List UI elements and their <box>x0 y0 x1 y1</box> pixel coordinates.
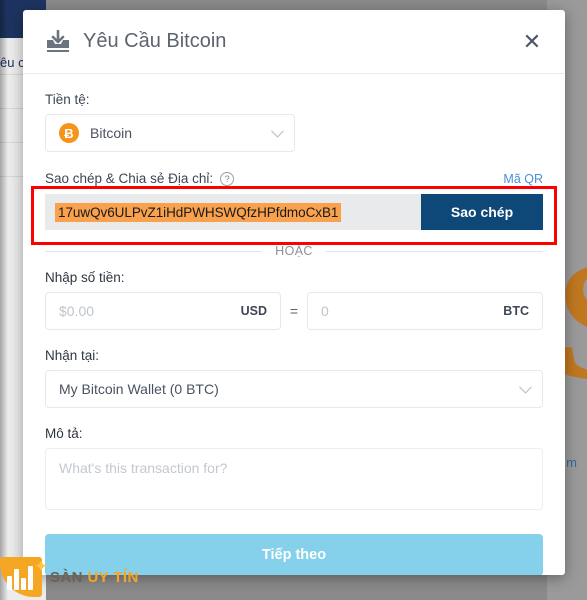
watermark: ✦ SÀN UY TÍN <box>0 554 260 600</box>
close-icon[interactable]: ✕ <box>517 27 547 57</box>
modal-body: Tiền tệ: Ƀ Bitcoin Sao chép & Chia sẻ Đị… <box>23 74 565 575</box>
wallet-selected-value: My Bitcoin Wallet (0 BTC) <box>59 381 219 397</box>
address-field: Sao chép & Chia sẻ Địa chỉ: ? Mã QR 17uw… <box>45 171 543 230</box>
watermark-text-1: SÀN <box>50 568 88 586</box>
address-row: 17uwQv6ULPvZ1iHdPWHSWQfzHPfdmoCxB1 Sao c… <box>45 194 543 230</box>
star-icon: ✦ <box>34 557 49 576</box>
btc-unit-label: BTC <box>503 304 529 318</box>
currency-selected-value: Bitcoin <box>90 125 133 141</box>
background-decor-text: m <box>566 455 577 470</box>
btc-amount-input[interactable]: 0 BTC <box>307 292 543 330</box>
watermark-logo-icon: ✦ <box>0 555 48 599</box>
divider-label: HOẶC <box>275 244 313 258</box>
currency-label: Tiền tệ: <box>45 92 90 107</box>
usd-placeholder: $0.00 <box>59 303 95 319</box>
or-divider: HOẶC <box>45 244 543 258</box>
wallet-label: Nhận tại: <box>45 348 100 363</box>
address-label-row: Sao chép & Chia sẻ Địa chỉ: ? Mã QR <box>45 171 543 186</box>
request-bitcoin-modal: Yêu Cầu Bitcoin ✕ Tiền tệ: Ƀ Bitcoin Sao… <box>23 10 565 575</box>
currency-select[interactable]: Ƀ Bitcoin <box>45 114 295 152</box>
chevron-down-icon <box>271 124 284 138</box>
equals-sign: = <box>289 303 299 319</box>
inbox-download-icon <box>47 29 69 52</box>
qr-code-link[interactable]: Mã QR <box>503 172 543 186</box>
address-label-wrap: Sao chép & Chia sẻ Địa chỉ: ? <box>45 171 235 186</box>
amount-field: Nhập số tiền: $0.00 USD = 0 BTC <box>45 270 543 330</box>
amount-label: Nhập số tiền: <box>45 270 125 285</box>
bitcoin-icon: Ƀ <box>59 123 79 143</box>
description-field: Mô tả: <box>45 426 543 515</box>
bitcoin-address-value: 17uwQv6ULPvZ1iHdPWHSWQfzHPfdmoCxB1 <box>55 202 342 222</box>
chevron-down-icon <box>519 380 532 394</box>
divider-rule-left <box>45 250 263 252</box>
page-title: Yêu Cầu Bitcoin <box>83 30 227 52</box>
usd-amount-input[interactable]: $0.00 USD <box>45 292 281 330</box>
description-input[interactable] <box>45 448 543 510</box>
watermark-text: SÀN UY TÍN <box>50 569 139 586</box>
address-label: Sao chép & Chia sẻ Địa chỉ: <box>45 171 214 186</box>
copy-button[interactable]: Sao chép <box>421 194 543 230</box>
help-icon[interactable]: ? <box>220 171 235 186</box>
modal-backdrop-shadow <box>0 0 8 600</box>
amount-row: $0.00 USD = 0 BTC <box>45 292 543 330</box>
wallet-select[interactable]: My Bitcoin Wallet (0 BTC) <box>45 370 543 408</box>
watermark-text-2: UY TÍN <box>87 568 139 586</box>
description-label: Mô tả: <box>45 426 83 441</box>
divider-rule-right <box>325 250 543 252</box>
address-display[interactable]: 17uwQv6ULPvZ1iHdPWHSWQfzHPfdmoCxB1 <box>45 194 421 230</box>
modal-header: Yêu Cầu Bitcoin ✕ <box>23 10 565 74</box>
usd-unit-label: USD <box>240 304 267 318</box>
currency-field: Tiền tệ: Ƀ Bitcoin <box>45 92 543 152</box>
wallet-field: Nhận tại: My Bitcoin Wallet (0 BTC) <box>45 348 543 408</box>
btc-placeholder: 0 <box>321 303 329 319</box>
